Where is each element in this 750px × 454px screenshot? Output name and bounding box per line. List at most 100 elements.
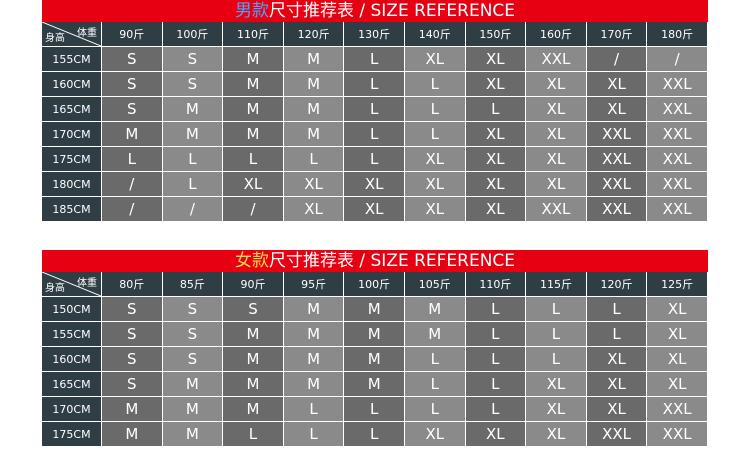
size-cell: M — [344, 372, 405, 397]
weight-column-header: 100斤 — [344, 272, 405, 297]
size-cell: L — [404, 72, 466, 97]
height-row-header: 165CM — [42, 97, 102, 122]
size-cell: L — [344, 97, 405, 122]
height-row-header: 175CM — [42, 147, 102, 172]
men-title-accent: 男款 — [234, 1, 269, 21]
size-cell: L — [465, 397, 527, 422]
height-row-header: 170CM — [42, 122, 102, 147]
size-cell: L — [344, 397, 405, 422]
size-cell: XL — [283, 197, 345, 222]
size-cell: XXL — [647, 122, 708, 147]
size-cell: XXL — [647, 147, 708, 172]
size-cell: XL — [647, 347, 708, 372]
men-corner-header: 体重 身高 — [42, 22, 102, 47]
size-cell: M — [283, 47, 345, 72]
size-cell: M — [344, 322, 405, 347]
size-cell: L — [162, 172, 224, 197]
weight-column-header: 160斤 — [526, 22, 587, 47]
size-cell: L — [344, 47, 405, 72]
size-cell: M — [404, 297, 466, 322]
size-cell: XXL — [526, 47, 587, 72]
size-cell: XL — [465, 197, 527, 222]
size-cell: XL — [526, 397, 587, 422]
size-cell: L — [465, 97, 527, 122]
weight-column-header: 125斤 — [647, 272, 708, 297]
size-cell: XL — [404, 197, 466, 222]
size-cell: XL — [344, 197, 405, 222]
size-cell: M — [283, 72, 345, 97]
height-row-header: 170CM — [42, 397, 102, 422]
size-cell: XXL — [586, 122, 648, 147]
size-cell: L — [344, 147, 405, 172]
size-cell: S — [102, 322, 163, 347]
height-row-header: 180CM — [42, 172, 102, 197]
size-cell: M — [404, 322, 466, 347]
size-cell: XL — [465, 122, 527, 147]
weight-column-header: 140斤 — [404, 22, 466, 47]
size-cell: M — [283, 347, 345, 372]
size-cell: L — [586, 297, 648, 322]
weight-column-header: 105斤 — [404, 272, 466, 297]
size-cell: XXL — [647, 172, 708, 197]
size-cell: M — [344, 297, 405, 322]
women-title-rest: 尺寸推荐表 / SIZE REFERENCE — [268, 251, 516, 271]
size-cell: M — [223, 372, 284, 397]
size-cell: / — [102, 172, 163, 197]
height-row-header: 165CM — [42, 372, 102, 397]
size-cell: XL — [526, 372, 587, 397]
height-row-header: 150CM — [42, 297, 102, 322]
size-cell: M — [102, 122, 163, 147]
women-corner-header: 体重 身高 — [42, 272, 102, 297]
weight-column-header: 90斤 — [102, 22, 163, 47]
weight-column-header: 110斤 — [465, 272, 527, 297]
size-cell: XL — [586, 347, 648, 372]
weight-column-header: 115斤 — [526, 272, 587, 297]
weight-column-header: 110斤 — [223, 22, 284, 47]
size-cell: M — [102, 397, 163, 422]
size-cell: XL — [465, 422, 527, 447]
weight-column-header: 120斤 — [586, 272, 648, 297]
size-cell: L — [465, 347, 527, 372]
size-cell: M — [283, 122, 345, 147]
size-cell: S — [102, 47, 163, 72]
size-cell: L — [344, 422, 405, 447]
size-cell: L — [404, 122, 466, 147]
size-cell: XL — [465, 47, 527, 72]
height-row-header: 155CM — [42, 47, 102, 72]
size-cell: M — [223, 122, 284, 147]
size-cell: / — [223, 197, 284, 222]
size-cell: XL — [586, 397, 648, 422]
size-cell: L — [404, 397, 466, 422]
size-cell: XXL — [586, 147, 648, 172]
size-cell: M — [223, 72, 284, 97]
size-cell: M — [162, 97, 224, 122]
size-cell: L — [404, 97, 466, 122]
size-cell: XL — [586, 72, 648, 97]
size-cell: / — [102, 197, 163, 222]
size-cell: L — [526, 322, 587, 347]
men-size-chart: 男款尺寸推荐表 / SIZE REFERENCE 体重 身高 90斤 100斤 110斤… — [42, 0, 708, 222]
weight-column-header: 130斤 — [344, 22, 405, 47]
size-cell: XXL — [586, 172, 648, 197]
size-cell: S — [162, 72, 224, 97]
size-cell: L — [223, 422, 284, 447]
size-cell: L — [283, 147, 345, 172]
size-cell: XL — [404, 422, 466, 447]
size-cell: S — [102, 372, 163, 397]
size-cell: L — [586, 322, 648, 347]
weight-column-header: 170斤 — [586, 22, 648, 47]
women-size-grid: 体重 身高 80斤 85斤 90斤 95斤 100斤 105斤 110斤 115斤 120斤 125斤… — [42, 272, 708, 447]
size-cell: XXL — [586, 197, 648, 222]
women-size-chart: 女款尺寸推荐表 / SIZE REFERENCE 体重 身高 80斤 85斤 90斤 95… — [42, 250, 708, 447]
men-chart-title: 男款尺寸推荐表 / SIZE REFERENCE — [42, 0, 708, 22]
size-cell: S — [223, 297, 284, 322]
size-cell: XXL — [647, 97, 708, 122]
size-cell: XL — [465, 72, 527, 97]
size-cell: M — [223, 47, 284, 72]
size-cell: M — [223, 347, 284, 372]
size-cell: M — [223, 397, 284, 422]
size-cell: S — [102, 97, 163, 122]
size-cell: M — [223, 322, 284, 347]
size-cell: XL — [344, 172, 405, 197]
size-cell: S — [162, 47, 224, 72]
